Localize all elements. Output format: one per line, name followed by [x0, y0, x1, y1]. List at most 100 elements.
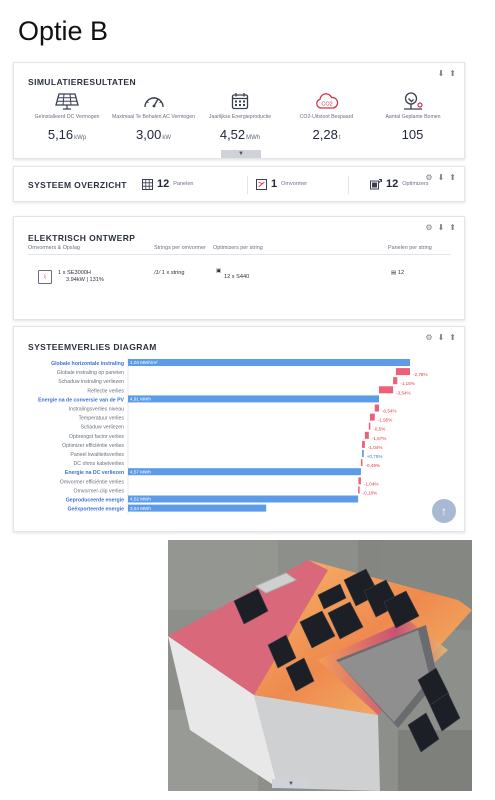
chart-row-label: Opbrengst factor verlies	[69, 434, 124, 440]
chart-bar	[128, 495, 359, 503]
chart-bar	[358, 477, 361, 485]
chart-row-label: Reflectie verlies	[87, 388, 124, 394]
metric-co2-saved: CO2 CO2-Uitstoot Bespaard 2,28t	[284, 91, 370, 142]
chart-value-label: 3,54 MWh	[130, 506, 151, 511]
chart-row-label: Optimizer efficiëntie verlies	[62, 443, 124, 449]
optimizer-count: 12	[386, 178, 399, 190]
chart-row-label: Temperatuur verlies	[78, 416, 124, 422]
column-header: Optimizers per string	[213, 245, 263, 251]
chart-bar	[374, 404, 379, 412]
chart-bar	[393, 377, 398, 385]
gear-icon[interactable]: ⚙	[425, 223, 432, 232]
strings-value: /1/ 1 x string	[154, 270, 185, 276]
chart-value-label: -1,67%	[372, 436, 387, 441]
chart-value-label: -1,15%	[400, 381, 415, 386]
chart-value-label: -2,75%	[413, 372, 428, 377]
chart-row-label: Instralingsverlies niveau	[69, 407, 124, 413]
chart-bar	[128, 395, 379, 403]
arrow-up-icon[interactable]: ⬆	[449, 333, 456, 342]
arrow-up-icon[interactable]: ⬆	[449, 223, 456, 232]
arrow-down-icon[interactable]: ⬇	[438, 69, 445, 78]
overview-inverter: 1 Omvormer	[256, 178, 307, 190]
chart-row-label: Energie na DC verliezen	[65, 470, 124, 476]
simulation-metrics: Geïnstalleerd DC Vermogen 5,16kWp Maxima…	[24, 91, 456, 142]
chart-value-label: 4,91 MWh	[130, 397, 151, 402]
metric-label: Maximaal Te Behalen AC Vermogen	[112, 114, 195, 120]
chart-row-label: Omvormer efficiëntie verlies	[60, 479, 125, 485]
gear-icon[interactable]: ⚙	[425, 333, 432, 342]
chart-bar	[360, 459, 363, 467]
card-tools: ⬇ ⬆	[438, 69, 456, 78]
metric-ac-power: Maximaal Te Behalen AC Vermogen 3,00kW	[111, 91, 197, 142]
column-header: Omvormers & Opslag	[28, 245, 80, 251]
chart-row-label: Globale instraling op panelen	[57, 370, 124, 376]
chart-bar	[395, 368, 410, 376]
solar-panel-icon	[24, 91, 110, 111]
simulation-title: SIMULATIERESULTATEN	[28, 77, 137, 87]
chart-value-label: 4,57 MWh	[130, 469, 151, 474]
chart-value-label: -3,54%	[396, 390, 411, 395]
chart-row-label: Schaduw instraling verliezen	[58, 379, 124, 385]
arrow-down-icon[interactable]: ⬇	[438, 223, 445, 232]
page-title: Optie B	[18, 16, 109, 46]
chart-row-label: DC ohms kabelverlies	[74, 461, 125, 467]
metric-label: Aantal Geplante Bomen	[385, 114, 441, 120]
optimizer-label: Optimizers	[402, 181, 429, 187]
metric-trees-planted: Aantal Geplante Bomen 105	[370, 91, 456, 142]
chevron-down-icon: ▼	[238, 151, 244, 157]
image-collapse-toggle[interactable]: ▼	[272, 779, 310, 788]
roof-3d-render[interactable]	[168, 540, 472, 791]
chart-value-label: -1,04%	[368, 445, 383, 450]
optimizers-value: 12 x S440	[224, 274, 250, 280]
calendar-icon	[197, 91, 283, 111]
scroll-to-top-button[interactable]: ↑	[432, 499, 456, 523]
chart-bar	[128, 359, 410, 366]
chart-row-label: Paneel kwaliteitsverlies	[70, 452, 124, 458]
metric-label: Geïnstalleerd DC Vermogen	[34, 114, 100, 120]
card-tools: ⚙ ⬇ ⬆	[425, 223, 456, 232]
divider	[348, 176, 349, 194]
optimizer-icon	[370, 179, 382, 190]
string-icon: /1/	[154, 270, 161, 276]
arrow-down-icon[interactable]: ⬇	[438, 333, 445, 342]
panel-grid-icon	[142, 178, 153, 190]
overview-panels: 12 Panelen	[142, 178, 193, 190]
optimizer-small-icon: ▣	[216, 268, 222, 274]
panel-small-icon: ▤	[391, 270, 397, 276]
loss-diagram-card: ⚙ ⬇ ⬆ SYSTEEMVERLIES DIAGRAM Globale hor…	[13, 326, 465, 532]
chart-bar	[362, 440, 365, 448]
loss-title: SYSTEEMVERLIES DIAGRAM	[28, 342, 157, 352]
chart-value-label: 4,52 MWh	[130, 497, 151, 502]
panels-label: Panelen	[173, 181, 194, 187]
system-overview-card: ⚙ ⬇ ⬆ SYSTEEM OVERZICHT 12 Panelen 1 Omv…	[13, 166, 465, 202]
arrow-up-icon[interactable]: ⬆	[449, 173, 456, 182]
electrical-title: ELEKTRISCH ONTWERP	[28, 233, 136, 243]
metric-value: 4,52MWh	[219, 127, 261, 142]
chevron-down-icon: ▼	[288, 780, 294, 787]
panels-count: 12	[157, 178, 170, 190]
inverter-icon: ⌇	[38, 270, 52, 284]
chart-value-label: -1,04%	[364, 481, 379, 486]
collapse-toggle[interactable]: ▼	[221, 150, 261, 158]
arrow-up-icon: ↑	[441, 504, 447, 518]
speedometer-icon	[111, 91, 197, 111]
chart-row-label: Geëxporteerde energie	[67, 507, 124, 513]
inverter-count: 1	[271, 178, 278, 190]
card-tools: ⚙ ⬇ ⬆	[425, 173, 456, 182]
column-header: Strings per omvormer	[154, 245, 206, 251]
chart-value-label: -1,95%	[378, 418, 393, 423]
inverter-icon	[256, 178, 267, 190]
overview-optimizers: 12 Optimizers	[370, 178, 429, 190]
metric-value: 3,00kW	[136, 127, 171, 142]
simulation-results-card: ⬇ ⬆ SIMULATIERESULTATEN Geïnstalleerd DC…	[13, 62, 465, 159]
arrow-down-icon[interactable]: ⬇	[438, 173, 445, 182]
chart-bar	[362, 450, 364, 457]
chart-bar	[378, 386, 394, 394]
arrow-up-icon[interactable]: ⬆	[449, 69, 456, 78]
chart-value-label: -0,54%	[382, 409, 397, 414]
metric-value: 5,16kWp	[47, 127, 87, 142]
chart-value-label: 1,04 MWh/m²	[130, 360, 158, 365]
chart-bar	[128, 468, 361, 476]
chart-row-label: Energie na de conversie van de PV	[38, 397, 124, 403]
chart-value-label: +0,75%	[367, 454, 383, 459]
